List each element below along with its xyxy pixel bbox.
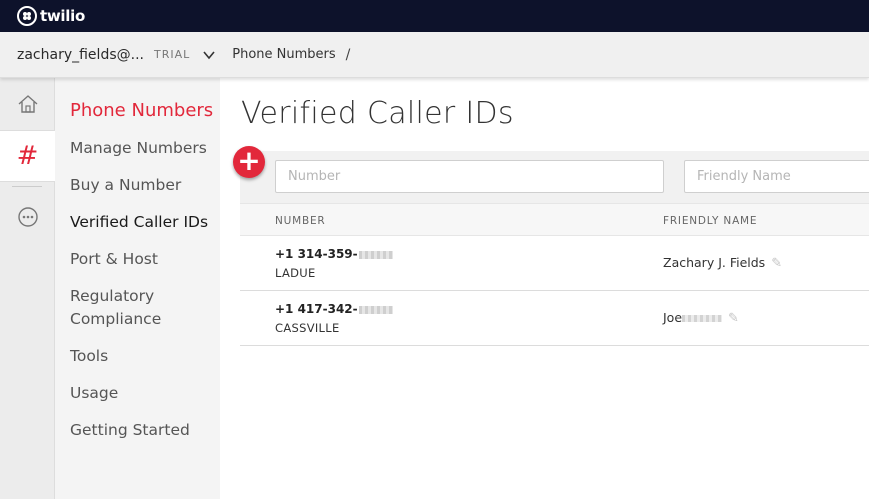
- breadcrumb-phone-numbers[interactable]: Phone Numbers: [232, 47, 335, 62]
- redacted-name: [682, 315, 723, 322]
- nav-buy-a-number[interactable]: Buy a Number: [55, 174, 220, 197]
- pencil-icon[interactable]: ✎: [771, 256, 782, 271]
- pencil-icon[interactable]: ✎: [728, 311, 739, 326]
- nav-manage-numbers[interactable]: Manage Numbers: [55, 137, 220, 160]
- nav-usage[interactable]: Usage: [55, 382, 220, 405]
- row-number[interactable]: +1 417-342-: [275, 302, 393, 316]
- account-name[interactable]: zachary_fields@...: [17, 47, 144, 63]
- nav-tools[interactable]: Tools: [55, 345, 220, 368]
- more-icon: [17, 207, 38, 227]
- rail-home[interactable]: [0, 78, 55, 130]
- rail-divider: [12, 186, 42, 187]
- home-icon: [18, 95, 37, 113]
- rail-phone-numbers[interactable]: #: [0, 130, 55, 182]
- nav-getting-started[interactable]: Getting Started: [55, 419, 220, 442]
- row-friendly-name: Zachary J. Fields ✎: [663, 255, 783, 271]
- main-content: Verified Caller IDs + NUMBER FRIENDLY NA…: [220, 78, 869, 499]
- add-caller-id-button[interactable]: +: [233, 146, 265, 178]
- breadcrumb: zachary_fields@... TRIAL Phone Numbers /: [0, 32, 869, 78]
- row-city: LADUE: [275, 266, 316, 280]
- twilio-logo[interactable]: twilio: [17, 6, 85, 26]
- number-filter-input[interactable]: [275, 160, 664, 193]
- column-header-number: NUMBER: [275, 215, 326, 227]
- nav-port-and-host[interactable]: Port & Host: [55, 248, 220, 271]
- twilio-logo-icon: [17, 6, 37, 26]
- table-header: NUMBER FRIENDLY NAME: [240, 203, 869, 236]
- row-friendly-name: Joe ✎: [663, 310, 739, 326]
- trial-badge: TRIAL: [153, 48, 191, 61]
- hash-icon: #: [16, 141, 39, 171]
- column-header-friendly-name: FRIENDLY NAME: [663, 215, 758, 227]
- table-row[interactable]: +1 417-342- CASSVILLE Joe ✎: [240, 291, 869, 346]
- brand-name: twilio: [40, 7, 85, 25]
- friendly-name-filter-input[interactable]: [684, 160, 869, 193]
- section-nav-title[interactable]: Phone Numbers: [55, 100, 220, 121]
- chevron-down-icon[interactable]: [202, 48, 216, 62]
- table-row[interactable]: +1 314-359- LADUE Zachary J. Fields ✎: [240, 236, 869, 291]
- breadcrumb-separator: /: [345, 46, 351, 63]
- nav-regulatory-compliance[interactable]: Regulatory Compliance: [55, 285, 220, 331]
- redacted-digits: [358, 250, 393, 259]
- page-title: Verified Caller IDs: [241, 96, 514, 131]
- redacted-digits: [358, 305, 393, 314]
- icon-rail: #: [0, 78, 55, 499]
- section-nav: Phone Numbers Manage Numbers Buy a Numbe…: [55, 78, 220, 499]
- row-city: CASSVILLE: [275, 321, 340, 335]
- top-bar: twilio: [0, 0, 869, 32]
- rail-more[interactable]: [0, 191, 55, 243]
- row-number[interactable]: +1 314-359-: [275, 247, 393, 261]
- nav-verified-caller-ids[interactable]: Verified Caller IDs: [55, 211, 220, 234]
